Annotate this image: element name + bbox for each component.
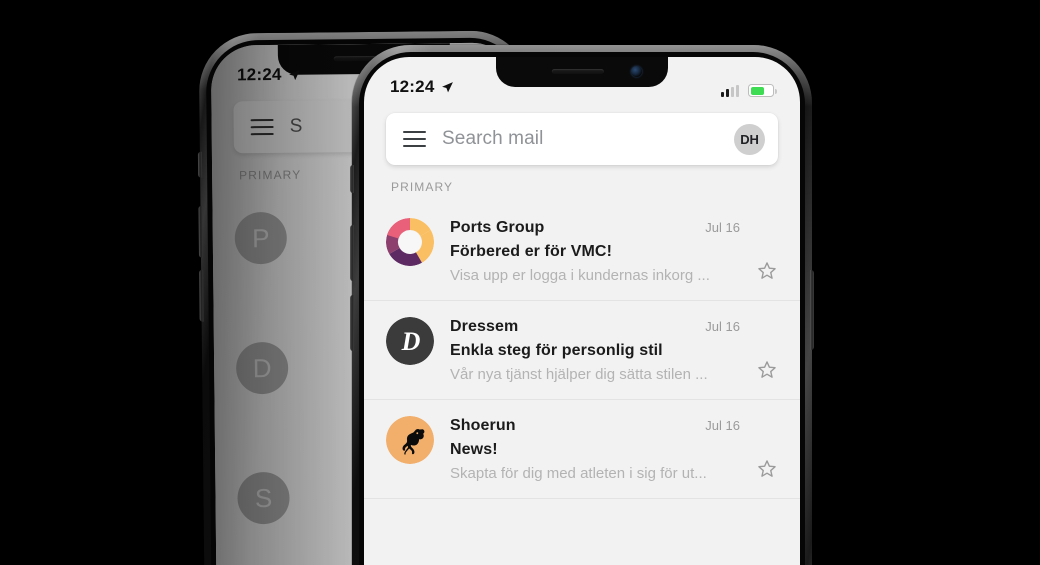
search-placeholder-text: Search mail [442,128,544,149]
star-outline-icon[interactable] [756,260,778,282]
star-outline-icon[interactable] [756,359,778,381]
avatar [386,218,434,266]
donut-logo-icon [386,218,434,266]
hamburger-menu-icon[interactable] [250,118,274,136]
section-label-primary: PRIMARY [391,180,454,194]
status-left-cluster: 12:24 [390,77,454,97]
mail-date: Jul 16 [705,418,740,433]
avatar: D [235,341,289,395]
mail-content: Ports Group Jul 16 Förbered er för VMC! … [450,218,740,284]
search-input[interactable]: Search mail DH [386,113,778,165]
avatar [386,416,434,464]
mail-date: Jul 16 [705,319,740,334]
table-row[interactable]: Shoerun Jul 16 News! Skapta för dig med … [364,400,800,499]
mail-snippet: Visa upp er logga i kundernas inkorg ... [450,267,710,284]
star-outline-icon[interactable] [756,458,778,480]
front-phone-volume-down-button[interactable] [350,295,354,351]
table-row[interactable]: Ports Group Jul 16 Förbered er för VMC! … [364,202,800,301]
search-bar-container: Search mail DH [364,103,800,165]
status-clock: 12:24 [390,77,435,96]
cellular-signal-icon [721,84,739,97]
back-phone-mute-switch[interactable] [197,151,203,178]
front-phone-power-button[interactable] [810,270,814,350]
mail-sender: Shoerun [450,417,516,434]
mail-sender: Ports Group [450,219,545,236]
status-right-cluster [721,84,777,97]
mail-snippet: Skapta för dig med atleten i sig för ut.… [450,465,707,482]
dressem-logo-icon: D [386,317,434,365]
table-row[interactable]: D Dressem Jul 16 Enkla steg för personli… [364,301,800,400]
front-phone-volume-up-button[interactable] [350,225,354,281]
back-phone-search-text: S [289,115,303,137]
front-phone-device: 12:24 Search mail DH PRIMARY Ports Group… [350,45,814,565]
avatar: D [386,317,434,365]
mail-sender: Dressem [450,318,519,335]
mail-date: Jul 16 [705,220,740,235]
hamburger-menu-icon[interactable] [403,130,426,148]
avatar: S [237,471,290,525]
battery-icon [748,84,777,97]
mockup-scene: 12:24 S PRIMARY P D S 12:24 Search mail … [0,0,1040,565]
location-arrow-icon [442,81,454,92]
avatar: P [234,211,288,265]
front-phone-mute-switch[interactable] [350,165,354,193]
mail-subject: News! [450,441,498,458]
back-phone-volume-up-button[interactable] [198,205,204,258]
kangaroo-logo-icon [386,416,434,464]
mail-content: Shoerun Jul 16 News! Skapta för dig med … [450,416,740,482]
mail-subject: Förbered er för VMC! [450,243,613,260]
mail-snippet: Vår nya tjänst hjälper dig sätta stilen … [450,366,708,383]
location-arrow-icon [289,69,301,80]
account-avatar[interactable]: DH [734,123,765,155]
front-phone-status-bar: 12:24 [364,57,800,103]
svg-text:D: D [401,327,421,356]
mail-subject: Enkla steg för personlig stil [450,342,663,359]
mail-header-line: Dressem Jul 16 [450,318,740,336]
back-phone-clock: 12:24 [236,64,282,85]
back-phone-status-left: 12:24 [237,65,302,86]
mail-content: Dressem Jul 16 Enkla steg för personlig … [450,317,740,383]
back-phone-volume-down-button[interactable] [199,269,204,322]
mail-header-line: Shoerun Jul 16 [450,417,740,435]
front-phone-screen: 12:24 Search mail DH PRIMARY Ports Group… [364,57,800,565]
mail-list: Ports Group Jul 16 Förbered er för VMC! … [364,202,800,499]
mail-header-line: Ports Group Jul 16 [450,219,740,237]
